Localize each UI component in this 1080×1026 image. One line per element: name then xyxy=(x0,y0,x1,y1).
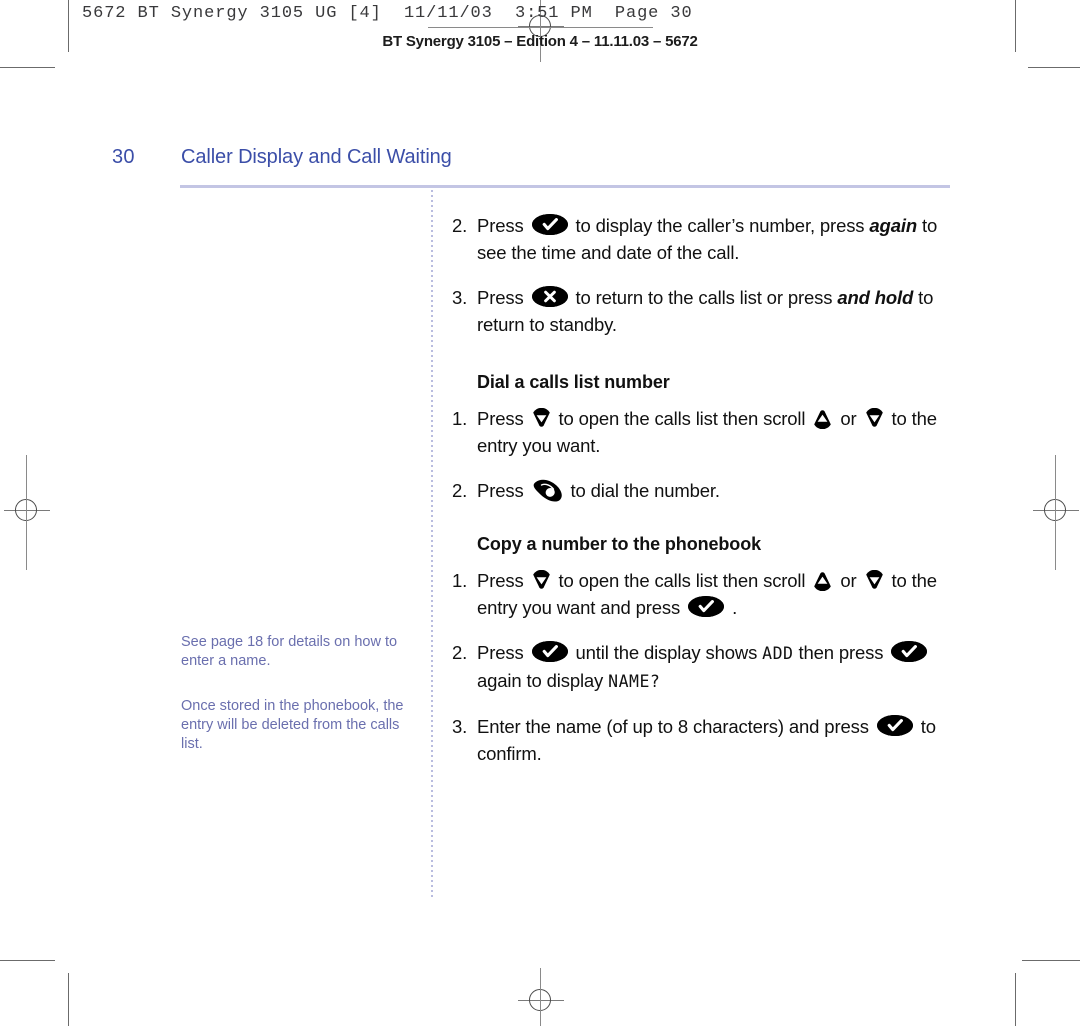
lcd-display-text: NAME? xyxy=(608,672,661,691)
numbered-step: 3. Press to return to the calls list or p… xyxy=(452,284,952,338)
registration-guide-bottom-vertical xyxy=(540,968,541,1026)
step-number: 3. xyxy=(452,287,468,308)
lcd-display-text: ADD xyxy=(762,644,794,663)
margin-notes: See page 18 for details on how to enter … xyxy=(181,633,413,754)
title-divider-rule xyxy=(180,185,950,188)
numbered-step: 2. Press to dial the number. xyxy=(452,477,952,504)
step-number: 2. xyxy=(452,642,468,663)
step-number: 1. xyxy=(452,570,468,591)
cancel-x-key-icon xyxy=(531,286,568,307)
registration-guide-top-horizontal xyxy=(428,27,653,28)
down-arrow-key-icon xyxy=(531,570,552,591)
page-title: Caller Display and Call Waiting xyxy=(181,146,452,168)
step-number: 3. xyxy=(452,716,468,737)
registration-mark-bottom xyxy=(518,978,564,1024)
down-arrow-key-icon xyxy=(864,570,885,591)
ok-check-key-icon xyxy=(876,715,913,736)
step-list-copy: 1. Press to open the calls list then scro… xyxy=(452,567,952,767)
crop-mark-bottom-right-vertical xyxy=(1015,973,1016,1026)
numbered-step: 3. Enter the name (of up to 8 characters)… xyxy=(452,713,952,767)
section-heading-copy: Copy a number to the phonebook xyxy=(477,534,761,554)
registration-mark-left xyxy=(4,488,50,534)
step-number: 1. xyxy=(452,408,468,429)
ok-check-key-icon xyxy=(688,596,725,617)
section-heading-dial: Dial a calls list number xyxy=(477,372,670,392)
instructions-body: 2. Press to display the caller’s number, … xyxy=(452,212,952,785)
down-arrow-key-icon xyxy=(531,408,552,429)
registration-guide-left-vertical xyxy=(26,455,27,570)
crop-mark-top-right-horizontal xyxy=(1028,67,1080,68)
numbered-step: 1. Press to open the calls list then scro… xyxy=(452,567,952,621)
crop-mark-top-left-horizontal xyxy=(0,67,55,68)
ok-check-key-icon xyxy=(531,214,568,235)
step-number: 2. xyxy=(452,215,468,236)
print-header-line: 5672 BT Synergy 3105 UG [4] 11/11/03 3:5… xyxy=(82,4,693,23)
up-arrow-key-icon xyxy=(812,570,833,591)
numbered-step: 2. Press to display the caller’s number, … xyxy=(452,212,952,266)
ok-check-key-icon xyxy=(891,641,928,662)
emphasis-text: and hold xyxy=(837,287,914,308)
margin-note: See page 18 for details on how to enter … xyxy=(181,634,398,669)
step-number: 2. xyxy=(452,480,468,501)
step-list-dial: 1. Press to open the calls list then scro… xyxy=(452,405,952,504)
emphasis-text: again xyxy=(869,215,917,236)
dial-handset-key-icon xyxy=(532,479,563,502)
down-arrow-key-icon xyxy=(864,408,885,429)
registration-guide-right-vertical xyxy=(1055,455,1056,570)
column-divider-dotted xyxy=(431,190,433,897)
page-number: 30 xyxy=(112,146,135,168)
crop-mark-bottom-right-horizontal xyxy=(1022,960,1080,961)
margin-note: Once stored in the phonebook, the entry … xyxy=(181,698,404,752)
crop-mark-bottom-left-horizontal xyxy=(0,960,55,961)
crop-mark-bottom-left-vertical xyxy=(68,973,69,1026)
edition-footer-line: BT Synergy 3105 – Edition 4 – 11.11.03 –… xyxy=(382,33,698,50)
numbered-step: 2. Press until the display shows ADD then… xyxy=(452,639,952,695)
step-list-intro: 2. Press to display the caller’s number, … xyxy=(452,212,952,338)
registration-mark-right xyxy=(1033,488,1079,534)
numbered-step: 1. Press to open the calls list then scro… xyxy=(452,405,952,459)
ok-check-key-icon xyxy=(531,641,568,662)
up-arrow-key-icon xyxy=(812,408,833,429)
